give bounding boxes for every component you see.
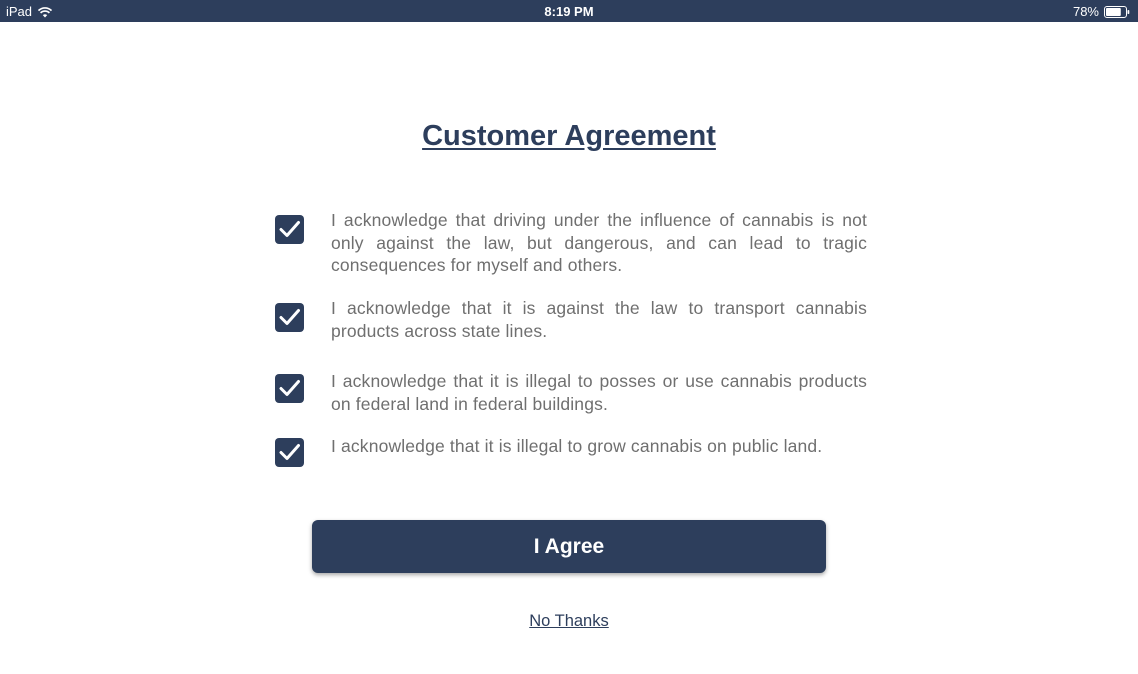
agreement-checkbox-state-lines[interactable] xyxy=(275,303,304,332)
battery-percent: 78% xyxy=(1072,4,1099,19)
agree-button[interactable]: I Agree xyxy=(312,520,826,573)
status-bar: iPad 8:19 PM 78% xyxy=(0,0,1138,22)
checkmark-icon xyxy=(279,221,300,237)
agreement-checkbox-public-land[interactable] xyxy=(275,438,304,467)
status-right: 78% xyxy=(1073,4,1130,19)
checkmark-icon xyxy=(279,444,300,460)
agreement-text-federal-land: I acknowledge that it is illegal to poss… xyxy=(331,371,867,414)
page-title: Customer Agreement xyxy=(422,120,716,152)
checkmark-icon xyxy=(279,309,300,325)
agreement-text-public-land: I acknowledge that it is illegal to grow… xyxy=(331,436,823,456)
agreement-checkbox-federal-land[interactable] xyxy=(275,374,304,403)
agreement-text-state-lines: I acknowledge that it is against the law… xyxy=(331,298,867,341)
battery-icon xyxy=(1104,5,1130,18)
status-time: 8:19 PM xyxy=(544,4,594,19)
agreement-text-dui: I acknowledge that driving under the inf… xyxy=(331,210,867,275)
checkmark-icon xyxy=(279,380,300,396)
no-thanks-link[interactable]: No Thanks xyxy=(0,612,1138,631)
agreement-checkbox-dui[interactable] xyxy=(275,215,304,244)
